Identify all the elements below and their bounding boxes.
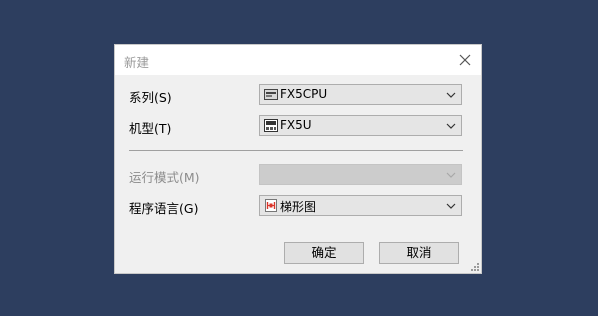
cpu-module-icon	[264, 89, 278, 100]
cancel-button[interactable]: 取消	[379, 242, 459, 264]
ok-button[interactable]: 确定	[284, 242, 364, 264]
model-value: FX5U	[280, 118, 312, 132]
chevron-down-icon	[446, 203, 456, 209]
ladder-diagram-icon	[265, 199, 277, 212]
series-label: 系列(S)	[129, 90, 172, 105]
dialog-title: 新建	[124, 55, 150, 70]
chevron-down-icon	[446, 123, 456, 129]
separator	[129, 150, 463, 151]
model-label: 机型(T)	[129, 121, 172, 136]
language-label: 程序语言(G)	[129, 201, 199, 216]
language-select[interactable]: 梯形图	[259, 195, 462, 216]
resize-grip-icon[interactable]	[470, 262, 480, 272]
language-value: 梯形图	[280, 200, 317, 214]
chevron-down-icon	[446, 172, 456, 178]
series-select[interactable]: FX5CPU	[259, 84, 462, 105]
close-icon	[459, 54, 471, 66]
dialog-titlebar: 新建	[115, 45, 481, 75]
run-mode-select	[259, 164, 462, 185]
chevron-down-icon	[446, 92, 456, 98]
run-mode-label: 运行模式(M)	[129, 170, 200, 185]
model-select[interactable]: FX5U	[259, 115, 462, 136]
new-project-dialog: 新建 系列(S) FX5CPU 机型(T) FX5U 运行模式(M) 程序语言(…	[114, 44, 482, 274]
close-button[interactable]	[454, 49, 476, 71]
plc-model-icon	[264, 119, 278, 132]
series-value: FX5CPU	[280, 87, 328, 101]
